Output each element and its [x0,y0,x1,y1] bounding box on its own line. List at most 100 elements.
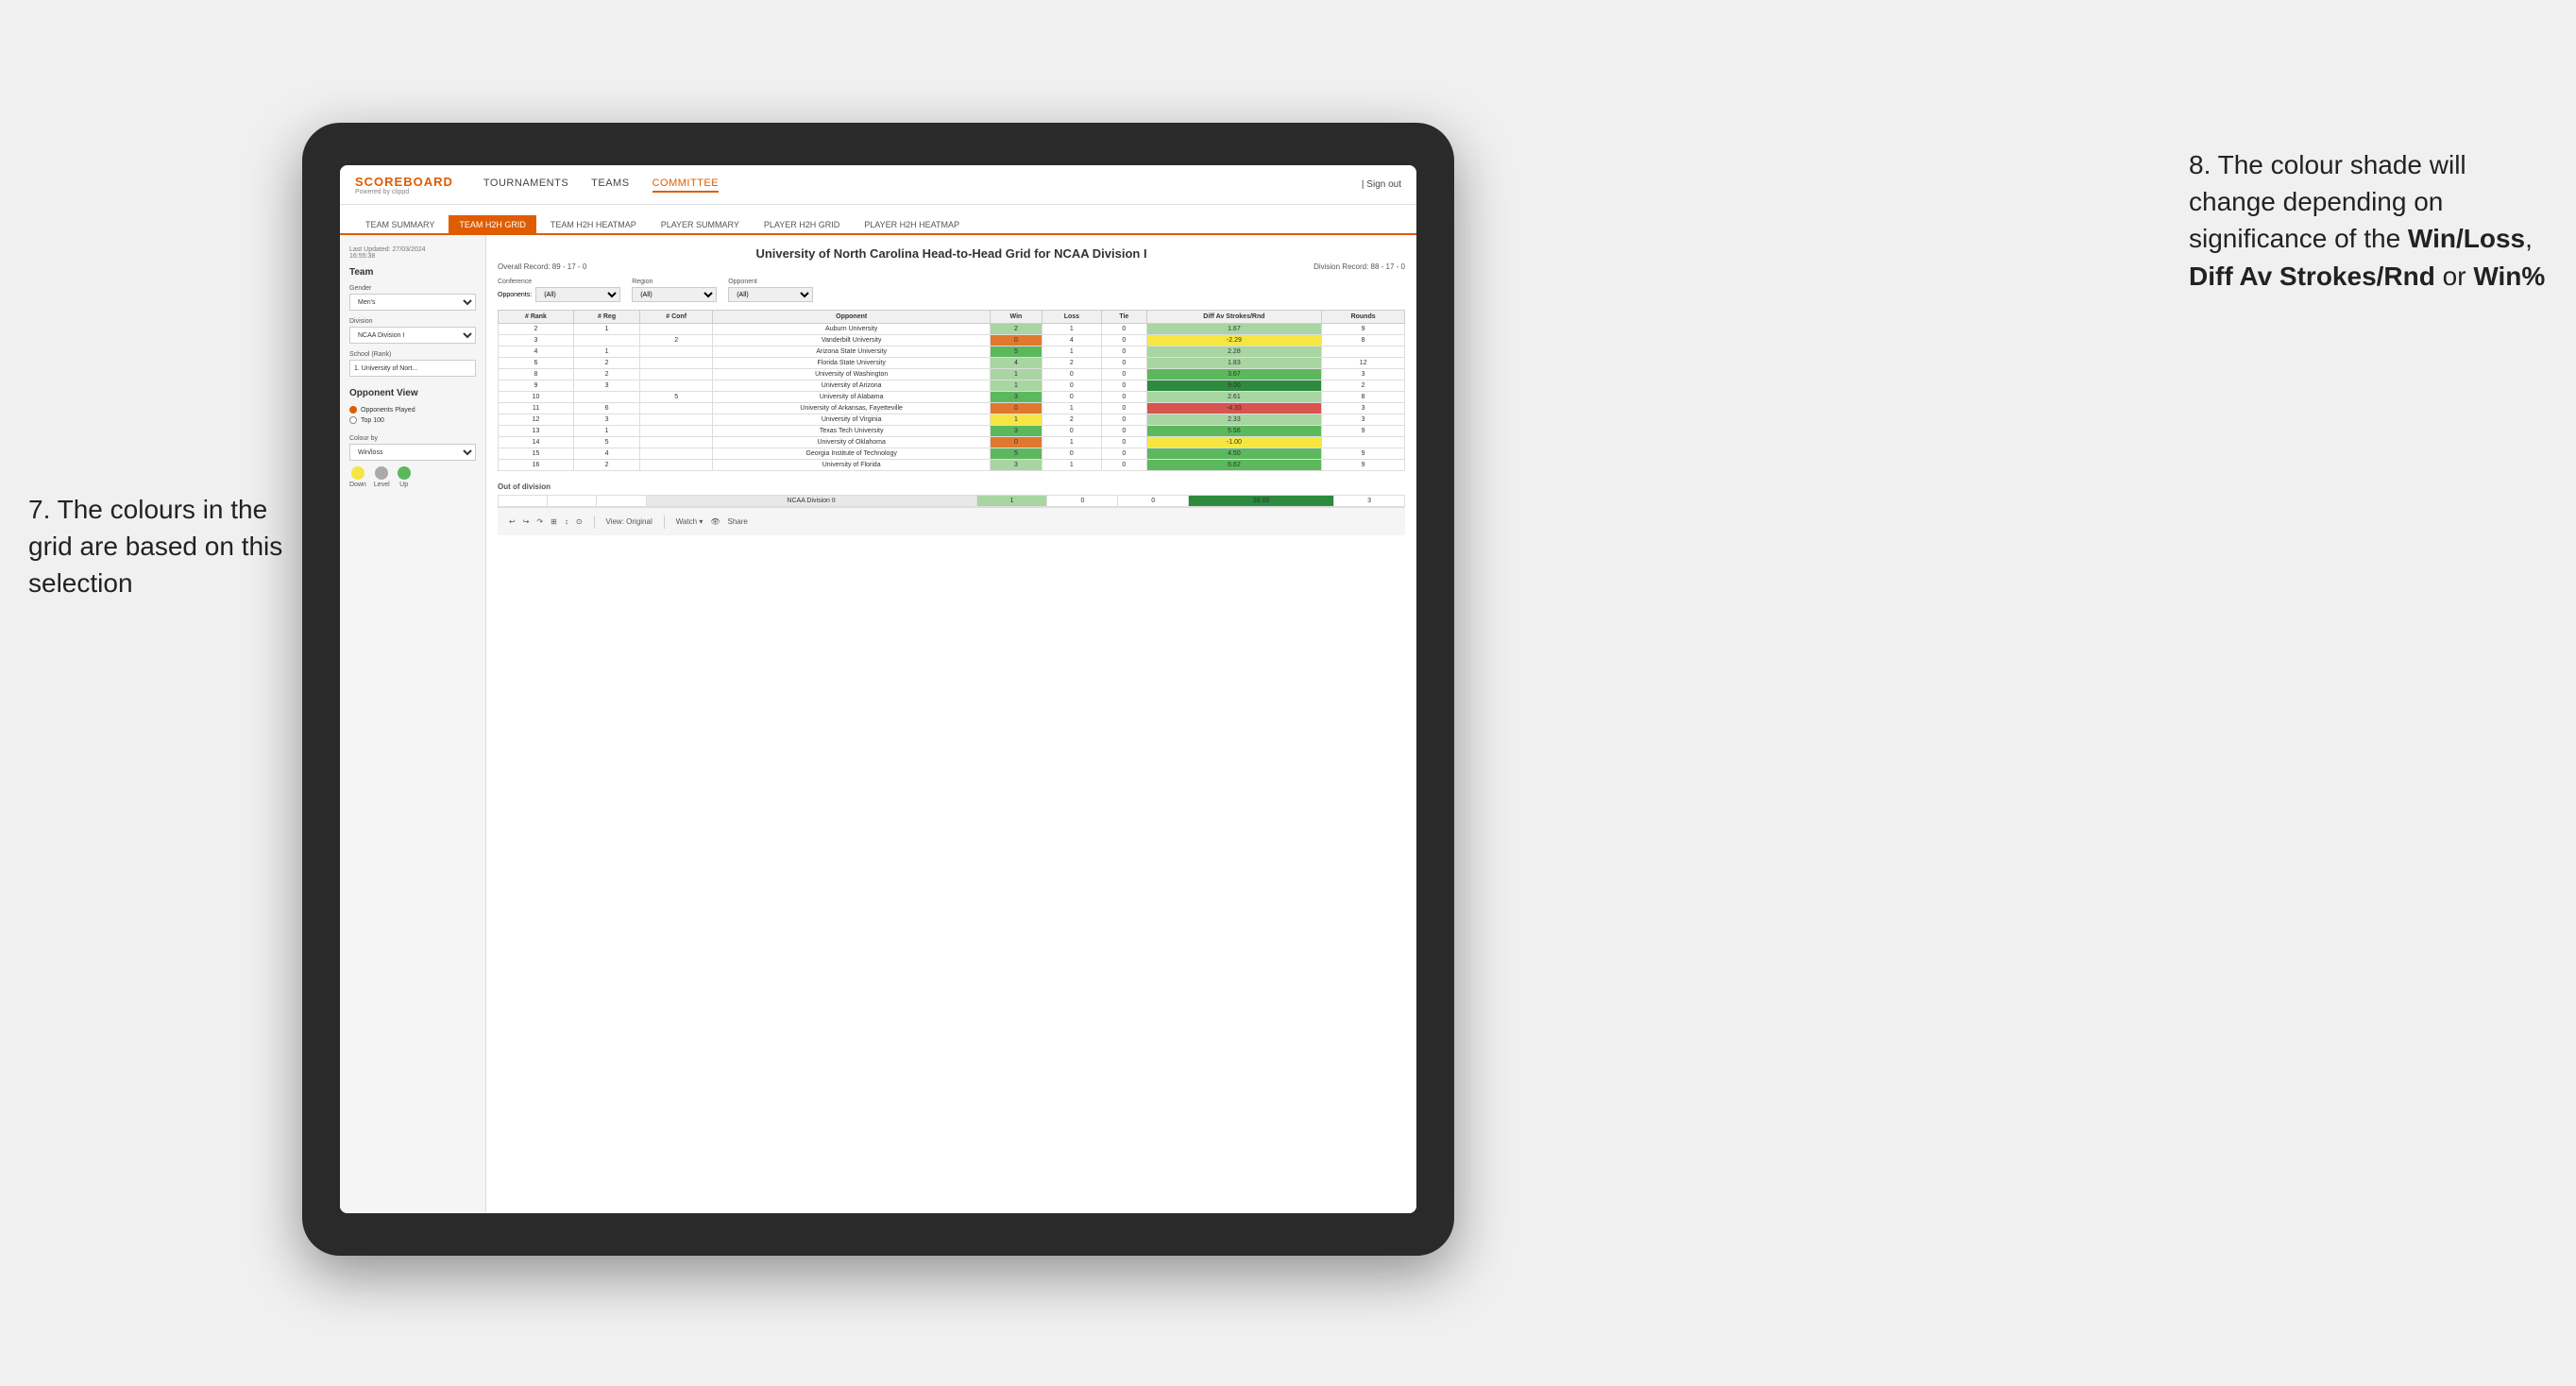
cell-conf [640,437,713,448]
out-of-division-label: Out of division [498,482,1405,491]
nav-tournaments[interactable]: TOURNAMENTS [483,177,568,193]
nav-sign-out[interactable]: | Sign out [1362,179,1401,190]
opponent-label: Opponent [728,279,813,285]
cell-opponent: University of Arkansas, Fayetteville [713,403,991,414]
cell-opponent: University of Alabama [713,392,991,403]
cell-opponent: Vanderbilt University [713,335,991,346]
cell-rank: 13 [499,426,574,437]
cell-reg: 1 [573,324,639,335]
tab-player-h2h-heatmap[interactable]: PLAYER H2H HEATMAP [854,215,970,233]
cell-diff: 3.67 [1146,369,1322,380]
region-select[interactable]: (All) [632,287,717,302]
cell-tie: 0 [1102,358,1147,369]
cell-rank: 2 [499,324,574,335]
cell-opponent: Arizona State University [713,346,991,358]
toolbar-icon3[interactable]: ⊙ [576,517,583,526]
toolbar-forward[interactable]: ↷ [536,517,543,526]
table-row: 8 2 University of Washington 1 0 0 3.67 … [499,369,1405,380]
division-select[interactable]: NCAA Division I [349,327,476,344]
cell-conf [640,369,713,380]
gender-select[interactable]: Men's [349,294,476,311]
radio-top100[interactable]: Top 100 [349,416,476,424]
cell-opponent: University of Florida [713,460,991,471]
right-content: University of North Carolina Head-to-Hea… [486,235,1416,1213]
cell-diff: -4.33 [1146,403,1322,414]
cell-loss: 0 [1042,369,1101,380]
tab-team-h2h-heatmap[interactable]: TEAM H2H HEATMAP [540,215,647,233]
opponent-select[interactable]: (All) [728,287,813,302]
tab-team-h2h-grid[interactable]: TEAM H2H GRID [449,215,536,233]
top-navigation: SCOREBOARD Powered by clippd TOURNAMENTS… [340,165,1416,205]
col-diff: Diff Av Strokes/Rnd [1146,311,1322,324]
school-label: School (Rank) [349,351,476,358]
table-row: 13 1 Texas Tech University 3 0 0 5.56 9 [499,426,1405,437]
cell-rounds: 3 [1322,403,1405,414]
cell-conf [640,448,713,460]
cell-reg: 2 [573,358,639,369]
cell-reg: 2 [573,460,639,471]
toolbar-view[interactable]: View: Original [606,517,652,526]
logo-area: SCOREBOARD Powered by clippd [355,175,453,195]
cell-tie: 0 [1102,403,1147,414]
tab-player-summary[interactable]: PLAYER SUMMARY [651,215,750,233]
grid-title: University of North Carolina Head-to-Hea… [498,246,1405,261]
cell-win: 3 [991,460,1042,471]
cell-rounds: 8 [1322,335,1405,346]
left-panel: Last Updated: 27/03/2024 16:55:38 Team G… [340,235,486,1213]
cell-rank: 16 [499,460,574,471]
radio-opponents-played[interactable]: Opponents Played [349,406,476,414]
colour-by-label: Colour by [349,435,476,442]
cell-tie: 0 [1102,460,1147,471]
toolbar-undo[interactable]: ↩ [509,517,516,526]
toolbar-icon1[interactable]: ⊞ [551,517,557,526]
toolbar-sep2 [664,516,665,529]
legend-down: Down [349,466,366,488]
cell-loss: 2 [1042,358,1101,369]
cell-opponent: Georgia Institute of Technology [713,448,991,460]
out-of-division: Out of division NCAA Division II 1 0 0 [498,482,1405,507]
cell-conf [640,346,713,358]
cell-loss: 0 [1042,426,1101,437]
cell-loss: 0 [1042,448,1101,460]
cell-rounds [1322,346,1405,358]
cell-rank: 8 [499,369,574,380]
grid-table: # Rank # Reg # Conf Opponent Win Loss Ti… [498,310,1405,471]
toolbar-redo[interactable]: ↪ [523,517,530,526]
filter-row: Conference Opponents: (All) Region (All) [498,279,1405,302]
colour-by-select[interactable]: Win/loss [349,444,476,461]
cell-rank: 4 [499,346,574,358]
toolbar-icon4[interactable]: 👁 [710,517,720,526]
cell-opponent: Texas Tech University [713,426,991,437]
cell-conf: 5 [640,392,713,403]
toolbar-icon2[interactable]: ↕ [565,517,568,526]
tablet-device: SCOREBOARD Powered by clippd TOURNAMENTS… [302,123,1454,1256]
opponent-view-label: Opponent View [349,388,476,398]
col-opponent: Opponent [713,311,991,324]
tab-player-h2h-grid[interactable]: PLAYER H2H GRID [754,215,850,233]
cell-loss: 0 [1042,380,1101,392]
toolbar-watch[interactable]: Watch ▾ [676,517,703,526]
cell-reg: 4 [573,448,639,460]
gender-label: Gender [349,285,476,292]
region-filter: Region (All) [632,279,717,302]
cell-reg [573,392,639,403]
cell-tie: 0 [1102,392,1147,403]
table-row: 12 3 University of Virginia 1 2 0 2.33 3 [499,414,1405,426]
conference-select[interactable]: (All) [535,287,620,302]
col-rank: # Rank [499,311,574,324]
col-rounds: Rounds [1322,311,1405,324]
annotation-right: 8. The colour shade will change dependin… [2189,146,2548,295]
cell-loss: 2 [1042,414,1101,426]
cell-conf [640,358,713,369]
division-label: Division [349,318,476,325]
cell-win: 0 [991,437,1042,448]
nav-committee[interactable]: COMMITTEE [652,177,720,193]
conference-label: Conference [498,279,620,285]
legend-down-dot [351,466,364,480]
tab-team-summary[interactable]: TEAM SUMMARY [355,215,445,233]
nav-teams[interactable]: TEAMS [591,177,629,193]
toolbar-share[interactable]: Share [728,517,748,526]
logo-sub: Powered by clippd [355,189,453,195]
out-of-division-table: NCAA Division II 1 0 0 26.00 3 [498,495,1405,507]
cell-rounds [1322,437,1405,448]
